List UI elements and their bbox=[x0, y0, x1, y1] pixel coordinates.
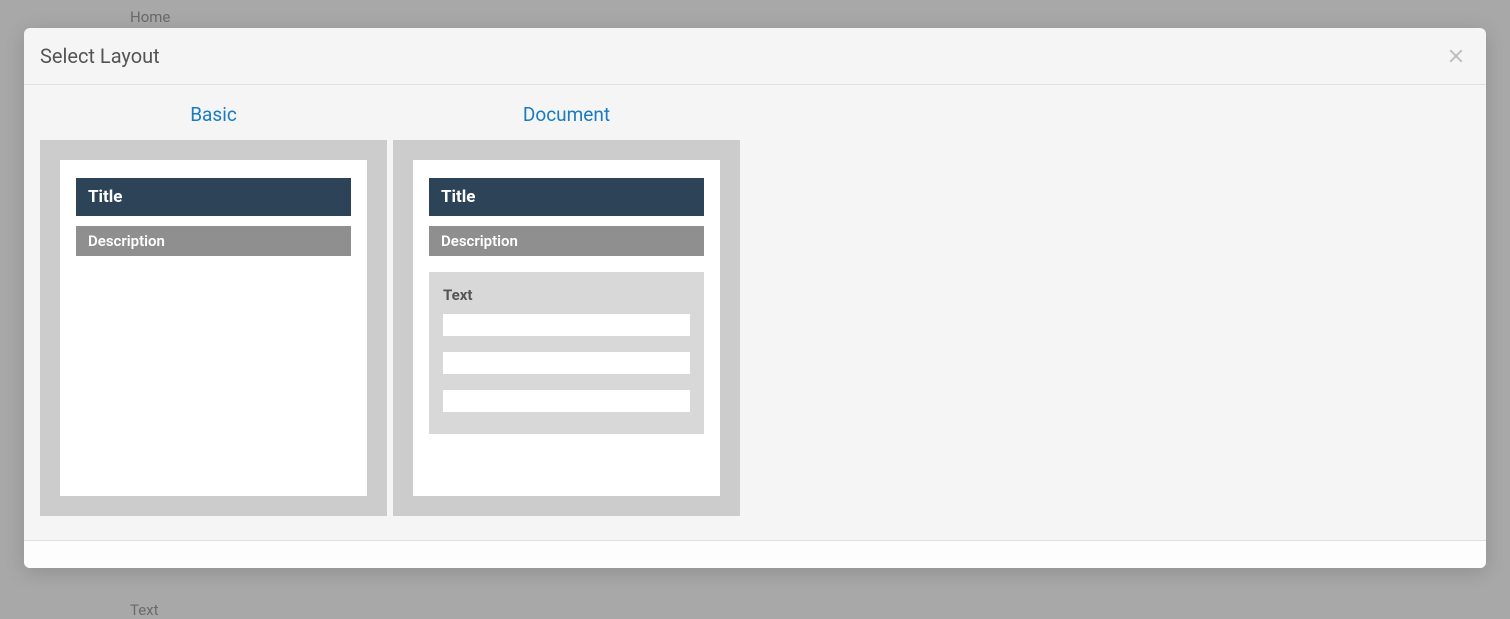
modal-body: Basic Title Description Document Title D… bbox=[24, 85, 1486, 540]
modal-title: Select Layout bbox=[40, 44, 160, 68]
preview-title-block: Title bbox=[429, 178, 704, 216]
preview-inner-document: Title Description Text bbox=[413, 160, 720, 496]
layout-preview-document: Title Description Text bbox=[393, 140, 740, 516]
preview-inner-basic: Title Description bbox=[60, 160, 367, 496]
preview-description-block: Description bbox=[76, 226, 351, 256]
select-layout-modal: Select Layout Basic Title Description bbox=[24, 28, 1486, 568]
preview-text-line bbox=[443, 390, 690, 412]
modal-overlay: Select Layout Basic Title Description bbox=[0, 0, 1510, 618]
preview-title-block: Title bbox=[76, 178, 351, 216]
layout-option-document[interactable]: Document Title Description Text bbox=[393, 85, 740, 516]
layout-label-basic: Basic bbox=[190, 85, 237, 140]
layout-preview-basic: Title Description bbox=[40, 140, 387, 516]
layout-options-row: Basic Title Description Document Title D… bbox=[40, 85, 1470, 516]
close-icon bbox=[1447, 47, 1465, 65]
preview-text-line bbox=[443, 352, 690, 374]
preview-text-label: Text bbox=[443, 282, 690, 314]
modal-header: Select Layout bbox=[24, 28, 1486, 85]
preview-text-block: Text bbox=[429, 272, 704, 434]
modal-footer bbox=[24, 540, 1486, 568]
preview-description-block: Description bbox=[429, 226, 704, 256]
layout-option-basic[interactable]: Basic Title Description bbox=[40, 85, 387, 516]
preview-text-line bbox=[443, 314, 690, 336]
close-button[interactable] bbox=[1446, 46, 1466, 66]
layout-label-document: Document bbox=[523, 85, 610, 140]
